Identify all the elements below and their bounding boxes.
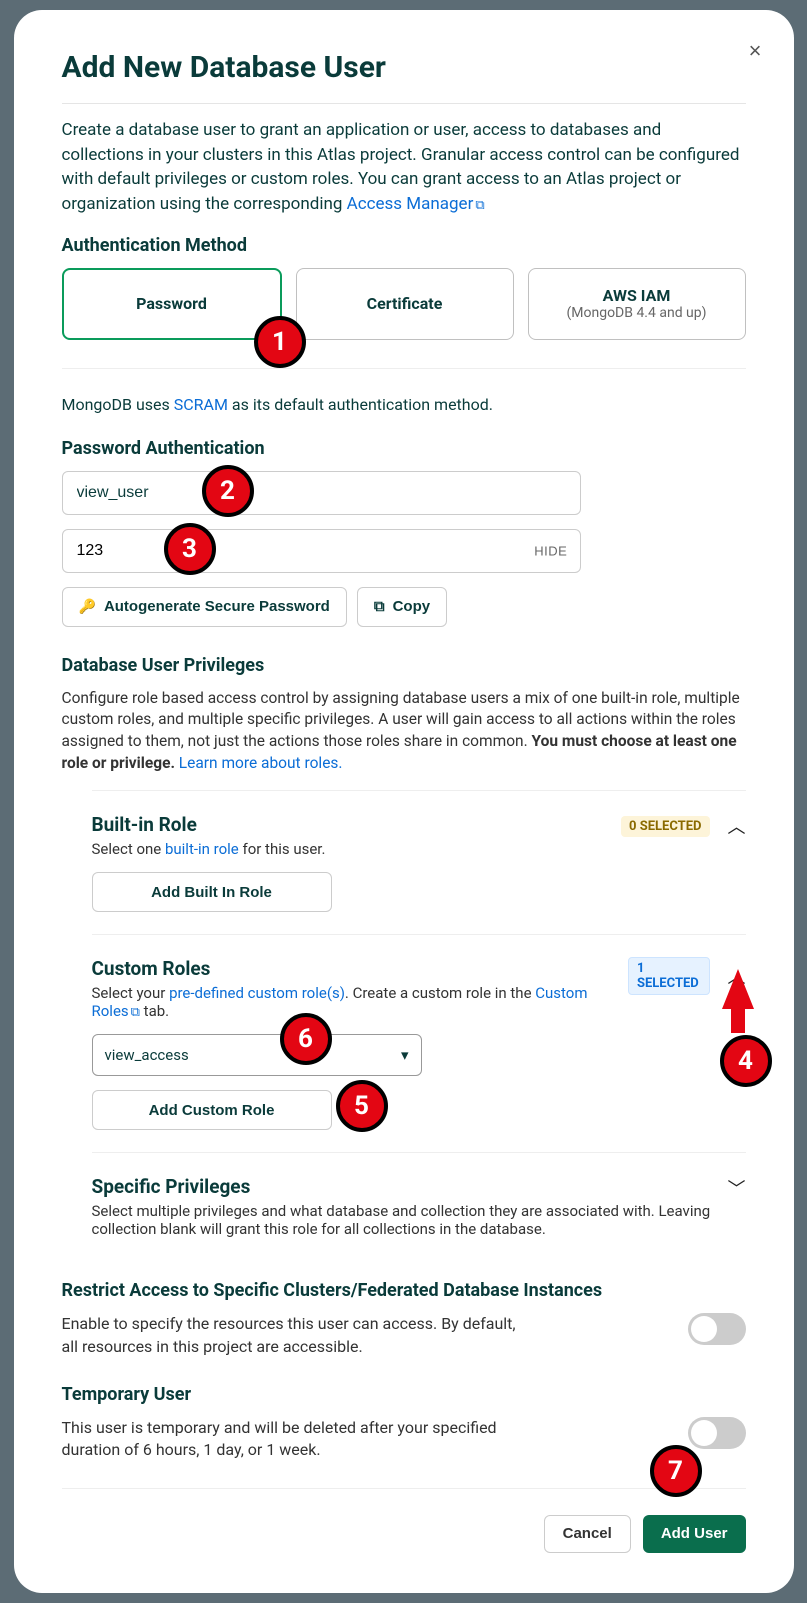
annotation-arrow-stem xyxy=(731,1001,745,1033)
auth-option-certificate-label: Certificate xyxy=(367,294,443,313)
annotation-7: 7 xyxy=(650,1445,702,1497)
scram-link[interactable]: SCRAM xyxy=(174,395,228,414)
section-divider xyxy=(62,368,746,369)
restrict-access-toggle[interactable] xyxy=(688,1313,746,1345)
chevron-down-icon: ▾ xyxy=(401,1046,409,1064)
external-link-icon: ⧉ xyxy=(131,1005,140,1020)
auth-option-password-label: Password xyxy=(136,294,207,313)
close-icon[interactable]: × xyxy=(749,38,762,64)
temp-user-heading: Temporary User xyxy=(62,1384,746,1405)
password-input[interactable] xyxy=(62,529,582,573)
privileges-desc: Configure role based access control by a… xyxy=(62,688,746,775)
annotation-4: 4 xyxy=(720,1035,772,1087)
scram-note: MongoDB uses SCRAM as its default authen… xyxy=(62,395,746,414)
privileges-heading: Database User Privileges xyxy=(62,655,746,676)
specific-privileges-title: Specific Privileges xyxy=(92,1175,728,1198)
custom-roles-sub: Select your pre-defined custom role(s). … xyxy=(92,984,628,1020)
custom-roles-title: Custom Roles xyxy=(92,957,628,980)
custom-role-select[interactable]: view_access ▾ xyxy=(92,1034,422,1076)
add-builtin-role-button[interactable]: Add Built In Role xyxy=(92,872,332,912)
add-user-button[interactable]: Add User xyxy=(643,1515,746,1553)
custom-roles-section: Custom Roles Select your pre-defined cus… xyxy=(92,934,746,1152)
specific-expand-icon[interactable]: ﹀ xyxy=(728,1175,746,1201)
auth-option-aws-iam[interactable]: AWS IAM (MongoDB 4.4 and up) xyxy=(528,268,746,340)
hide-password-button[interactable]: HIDE xyxy=(534,543,567,558)
auth-method-group: Password 1 Certificate AWS IAM (MongoDB … xyxy=(62,268,746,340)
builtin-selected-badge: 0 SELECTED xyxy=(621,816,710,837)
temp-user-desc: This user is temporary and will be delet… xyxy=(62,1417,527,1462)
auth-method-heading: Authentication Method xyxy=(62,235,746,256)
custom-role-select-value: view_access xyxy=(105,1046,189,1064)
auth-option-aws-label: AWS IAM xyxy=(603,286,671,305)
restrict-heading: Restrict Access to Specific Clusters/Fed… xyxy=(62,1280,746,1301)
annotation-2: 2 xyxy=(202,465,254,517)
key-icon: 🔑 xyxy=(79,598,96,615)
modal-title: Add New Database User xyxy=(62,50,746,85)
predefined-roles-link[interactable]: pre-defined custom role(s) xyxy=(169,984,345,1002)
auth-option-password[interactable]: Password 1 xyxy=(62,268,282,340)
builtin-role-link[interactable]: built-in role xyxy=(165,840,239,858)
intro-text: Create a database user to grant an appli… xyxy=(62,118,746,217)
auth-option-certificate[interactable]: Certificate xyxy=(296,268,514,340)
annotation-3: 3 xyxy=(164,523,216,575)
modal-footer: Cancel Add User 7 xyxy=(62,1488,746,1553)
temp-user-toggle[interactable] xyxy=(688,1417,746,1449)
cancel-button[interactable]: Cancel xyxy=(544,1515,631,1553)
copy-icon: ⧉ xyxy=(374,598,385,615)
annotation-5: 5 xyxy=(336,1080,388,1132)
annotation-6: 6 xyxy=(280,1013,332,1065)
restrict-desc: Enable to specify the resources this use… xyxy=(62,1313,527,1358)
specific-privileges-section: Specific Privileges Select multiple priv… xyxy=(92,1152,746,1260)
add-custom-role-button[interactable]: Add Custom Role xyxy=(92,1090,332,1130)
builtin-role-title: Built-in Role xyxy=(92,813,326,836)
builtin-role-sub: Select one built-in role for this user. xyxy=(92,840,326,858)
autogenerate-password-button[interactable]: 🔑 Autogenerate Secure Password xyxy=(62,587,347,627)
specific-privileges-sub: Select multiple privileges and what data… xyxy=(92,1202,728,1238)
builtin-collapse-icon[interactable]: ︿ xyxy=(728,813,746,839)
external-link-icon: ⧉ xyxy=(475,197,484,216)
add-user-modal: × Add New Database User Create a databas… xyxy=(14,10,794,1593)
pwd-auth-heading: Password Authentication xyxy=(62,438,746,459)
access-manager-link[interactable]: Access Manager⧉ xyxy=(347,194,485,214)
custom-selected-badge: 1 SELECTED xyxy=(628,957,710,995)
builtin-role-section: Built-in Role Select one built-in role f… xyxy=(92,790,746,934)
copy-password-button[interactable]: ⧉ Copy xyxy=(357,587,447,627)
username-input[interactable] xyxy=(62,471,582,515)
divider xyxy=(62,103,746,104)
annotation-1: 1 xyxy=(254,316,306,368)
auth-option-aws-sub: (MongoDB 4.4 and up) xyxy=(566,305,706,321)
learn-roles-link[interactable]: Learn more about roles. xyxy=(175,754,343,772)
